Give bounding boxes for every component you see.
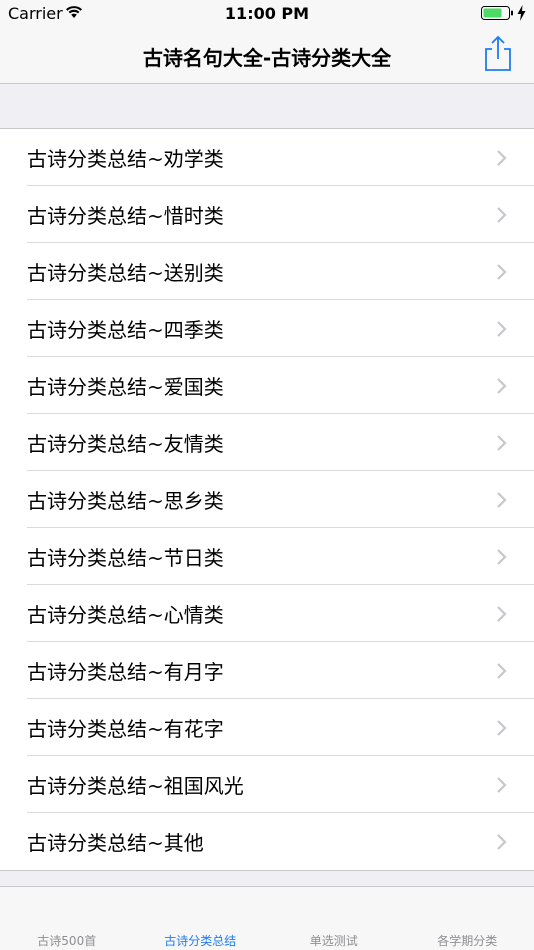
screen: Carrier 11:00 PM 古诗名句大全-古诗分类大全 古诗分类总结~劝学…: [0, 0, 534, 950]
list-item[interactable]: 古诗分类总结~惜时类: [0, 186, 534, 243]
list-item[interactable]: 古诗分类总结~爱国类: [0, 357, 534, 414]
tab-category-summary[interactable]: 古诗分类总结: [134, 887, 268, 950]
battery-icon: [481, 6, 513, 20]
chevron-right-icon: [497, 207, 507, 223]
list-item[interactable]: 古诗分类总结~友情类: [0, 414, 534, 471]
list-item[interactable]: 古诗分类总结~其他: [0, 813, 534, 870]
list-item-label: 古诗分类总结~有花字: [27, 717, 224, 741]
chevron-right-icon: [497, 834, 507, 850]
chevron-right-icon: [497, 606, 507, 622]
chevron-right-icon: [497, 549, 507, 565]
list-item[interactable]: 古诗分类总结~节日类: [0, 528, 534, 585]
chevron-right-icon: [497, 663, 507, 679]
tab-semester-category[interactable]: 各学期分类: [401, 887, 534, 950]
list-item-label: 古诗分类总结~思乡类: [27, 489, 224, 513]
list-item[interactable]: 古诗分类总结~送别类: [0, 243, 534, 300]
charging-icon: [517, 5, 526, 21]
list-item-label: 古诗分类总结~四季类: [27, 318, 224, 342]
tab-single-choice-test[interactable]: 单选测试: [267, 887, 401, 950]
chevron-right-icon: [497, 321, 507, 337]
category-list: 古诗分类总结~劝学类 古诗分类总结~惜时类 古诗分类总结~送别类 古诗分类总结~四季类…: [0, 128, 534, 871]
list-item-label: 古诗分类总结~送别类: [27, 261, 224, 285]
share-button[interactable]: [478, 34, 518, 74]
share-icon: [485, 35, 511, 71]
list-item-label: 古诗分类总结~爱国类: [27, 375, 224, 399]
chevron-right-icon: [497, 777, 507, 793]
chevron-right-icon: [497, 492, 507, 508]
status-bar: Carrier 11:00 PM: [0, 0, 534, 28]
list-item[interactable]: 古诗分类总结~劝学类: [0, 129, 534, 186]
tab-label: 古诗分类总结: [164, 934, 237, 948]
tab-label: 各学期分类: [437, 934, 498, 948]
list-item[interactable]: 古诗分类总结~心情类: [0, 585, 534, 642]
tab-label: 单选测试: [309, 934, 358, 948]
list-item[interactable]: 古诗分类总结~四季类: [0, 300, 534, 357]
list-item[interactable]: 古诗分类总结~祖国风光: [0, 756, 534, 813]
list-item-label: 古诗分类总结~祖国风光: [27, 774, 244, 798]
status-time: 11:00 PM: [224, 4, 310, 23]
list-item[interactable]: 古诗分类总结~思乡类: [0, 471, 534, 528]
chevron-right-icon: [497, 435, 507, 451]
list-item[interactable]: 古诗分类总结~有月字: [0, 642, 534, 699]
tab-bar: 古诗500首 古诗分类总结 单选测试 各学期分类: [0, 886, 534, 950]
chevron-right-icon: [497, 378, 507, 394]
list-item-label: 古诗分类总结~友情类: [27, 432, 224, 456]
list-item[interactable]: 古诗分类总结~有花字: [0, 699, 534, 756]
list-item-label: 古诗分类总结~其他: [27, 831, 204, 855]
chevron-right-icon: [497, 264, 507, 280]
page-title: 古诗名句大全-古诗分类大全: [142, 46, 392, 70]
list-item-label: 古诗分类总结~有月字: [27, 660, 224, 684]
tab-poems-500[interactable]: 古诗500首: [0, 887, 134, 950]
navigation-bar: 古诗名句大全-古诗分类大全: [0, 28, 534, 84]
chevron-right-icon: [497, 150, 507, 166]
chevron-right-icon: [497, 720, 507, 736]
list-item-label: 古诗分类总结~心情类: [27, 603, 224, 627]
list-item-label: 古诗分类总结~节日类: [27, 546, 224, 570]
list-item-label: 古诗分类总结~惜时类: [27, 204, 224, 228]
tab-label: 古诗500首: [37, 934, 97, 948]
list-item-label: 古诗分类总结~劝学类: [27, 147, 224, 171]
